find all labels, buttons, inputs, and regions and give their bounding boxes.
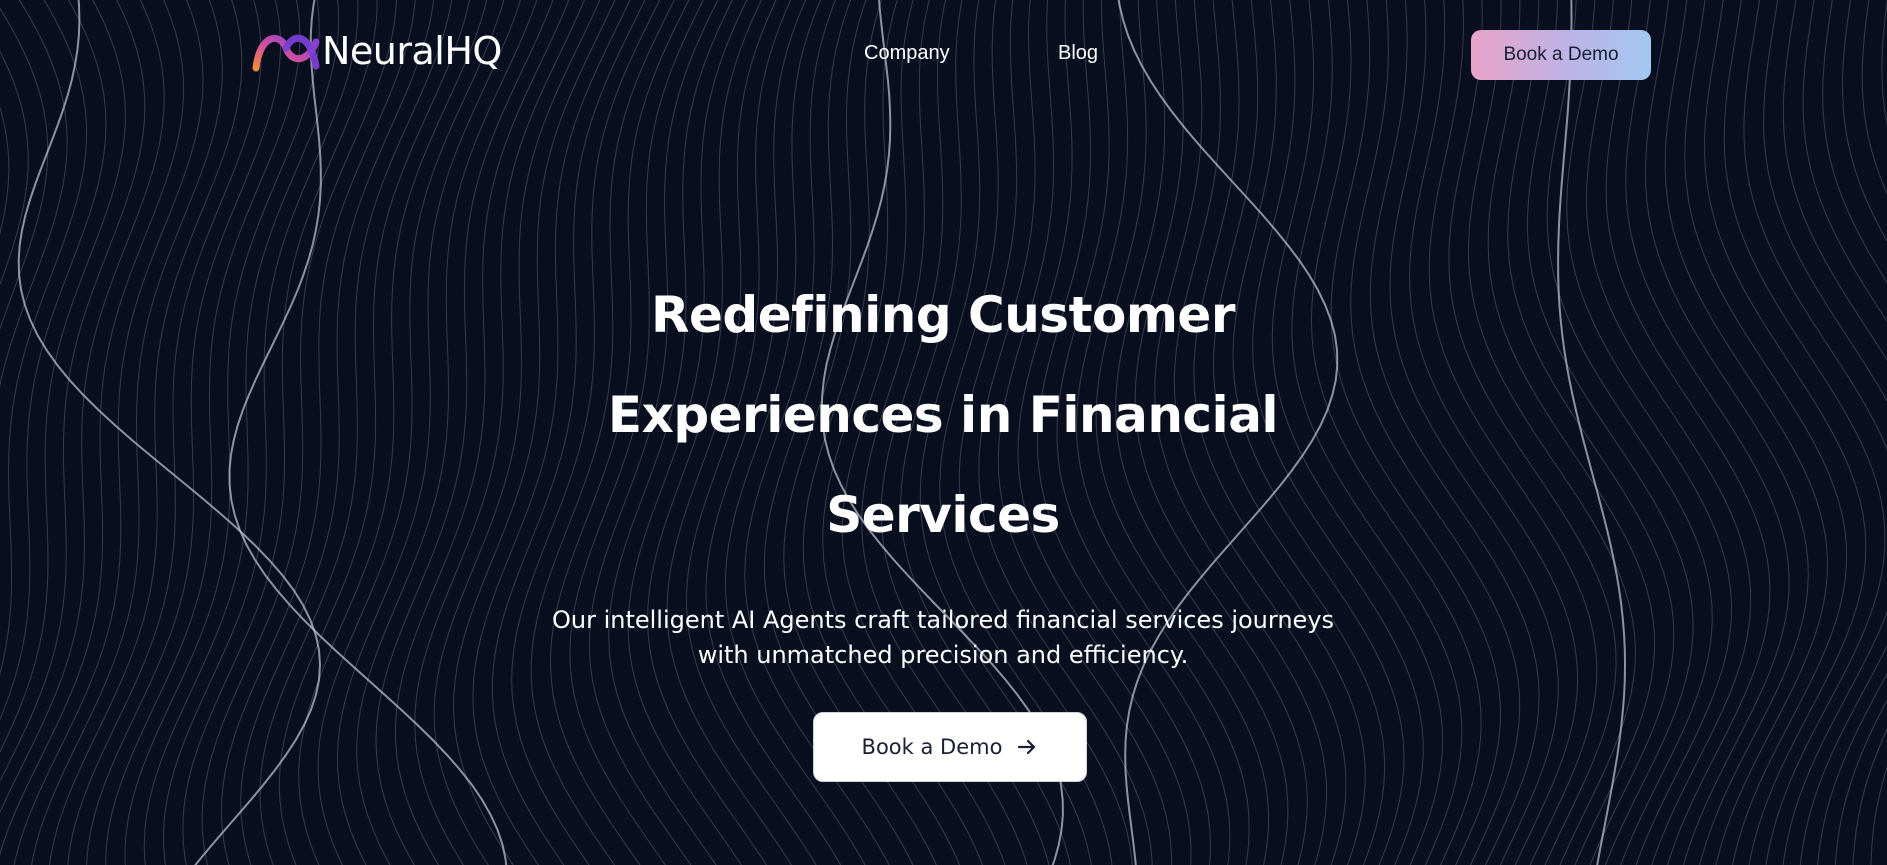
hero-cta-label: Book a Demo <box>861 735 1003 759</box>
landing-page: NeuralHQ Company Blog Book a Demo Redefi… <box>0 0 1887 865</box>
hero-book-demo-button[interactable]: Book a Demo <box>813 712 1087 782</box>
hero-section: Redefining Customer Experiences in Finan… <box>0 0 1887 865</box>
hero-title: Redefining Customer Experiences in Finan… <box>607 286 1279 544</box>
hero-subtitle: Our intelligent AI Agents craft tailored… <box>551 606 1335 669</box>
arrow-right-icon <box>1018 739 1036 755</box>
